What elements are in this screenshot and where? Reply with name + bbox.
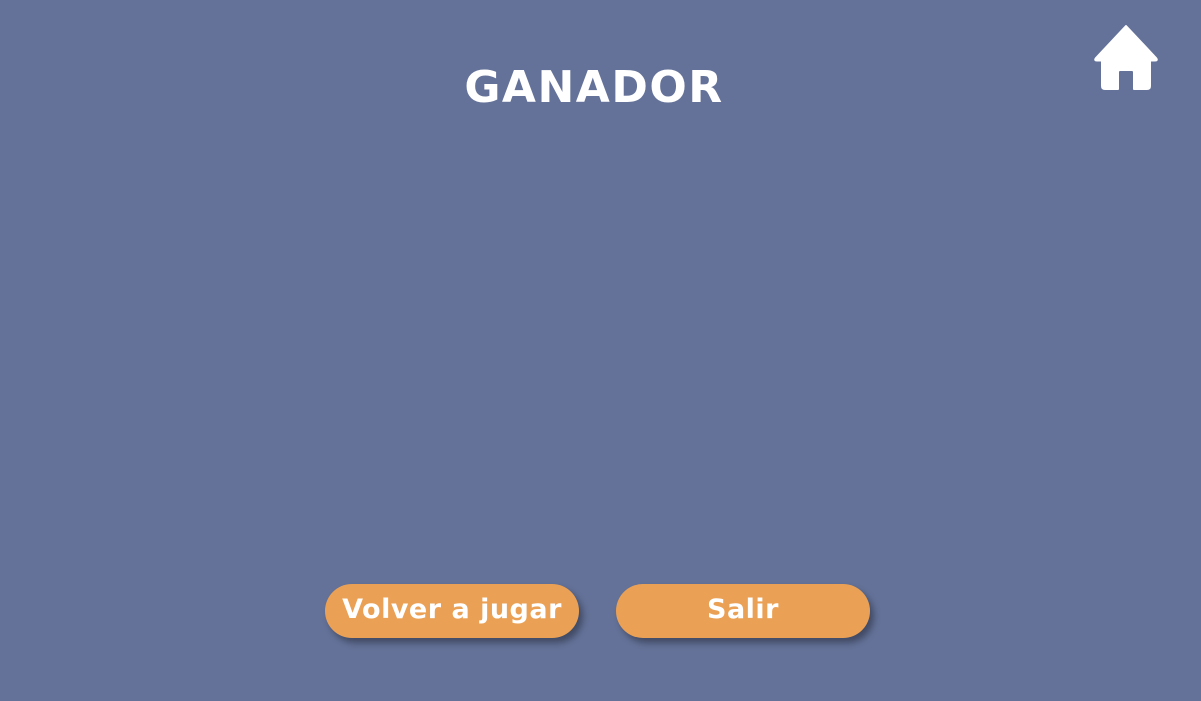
- home-icon: [1094, 25, 1158, 90]
- exit-button[interactable]: Salir: [616, 584, 870, 638]
- play-again-button[interactable]: Volver a jugar: [325, 584, 579, 638]
- winner-title: GANADOR: [464, 62, 724, 113]
- home-button[interactable]: [1093, 24, 1159, 92]
